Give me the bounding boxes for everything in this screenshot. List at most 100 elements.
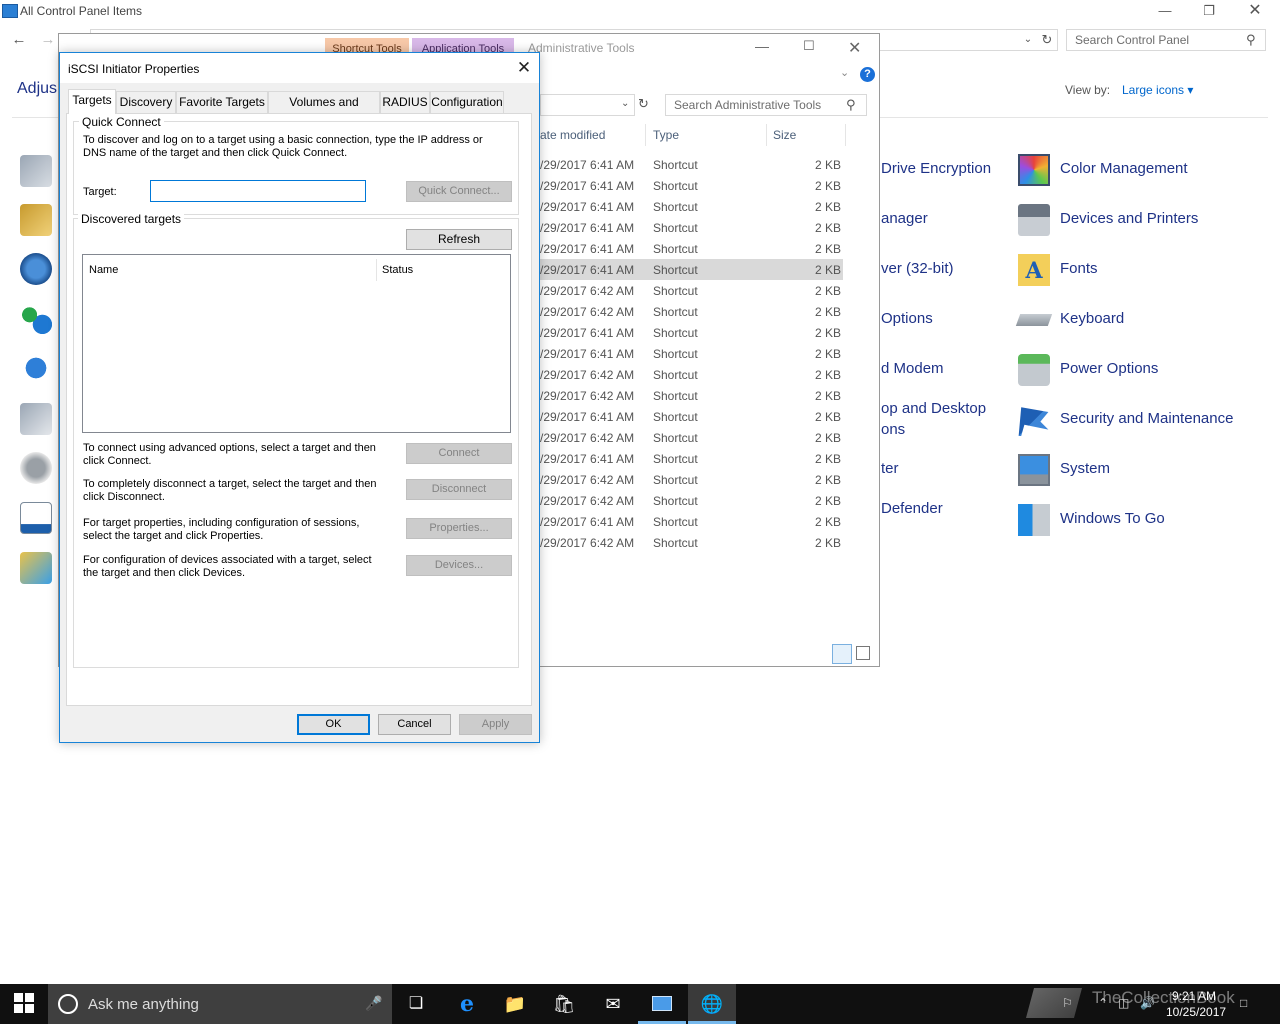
- recovery-icon[interactable]: [20, 403, 52, 435]
- properties-button[interactable]: Properties...: [406, 518, 512, 539]
- file-explorer-icon[interactable]: 📁: [501, 990, 529, 1018]
- column-separator[interactable]: [645, 124, 646, 146]
- backup-icon[interactable]: [20, 204, 52, 236]
- refresh-icon[interactable]: ↻: [1038, 30, 1056, 50]
- search-control-panel-input[interactable]: Search Control Panel: [1066, 29, 1266, 51]
- file-row[interactable]: /29/2017 6:41 AM Shortcut 2 KB: [540, 511, 843, 532]
- cp-item-partial[interactable]: op and Desktop: [881, 400, 986, 417]
- file-row[interactable]: /29/2017 6:41 AM Shortcut 2 KB: [540, 154, 843, 175]
- people-icon[interactable]: ⚐: [1062, 996, 1073, 1010]
- column-name[interactable]: Name: [89, 264, 118, 276]
- connect-button[interactable]: Connect: [406, 443, 512, 464]
- file-row[interactable]: /29/2017 6:42 AM Shortcut 2 KB: [540, 532, 843, 553]
- column-separator[interactable]: [376, 259, 377, 281]
- tab-configuration[interactable]: Configuration: [430, 91, 504, 113]
- file-row[interactable]: /29/2017 6:41 AM Shortcut 2 KB: [540, 217, 843, 238]
- search-icon[interactable]: ⚲: [846, 97, 856, 113]
- file-row[interactable]: /29/2017 6:42 AM Shortcut 2 KB: [540, 385, 843, 406]
- forward-arrow-icon[interactable]: →: [38, 30, 58, 50]
- clock-date[interactable]: 10/25/2017: [1166, 1005, 1226, 1019]
- edge-browser-icon[interactable]: e: [453, 990, 481, 1018]
- show-hidden-icons-chevron[interactable]: ⌃: [1098, 996, 1108, 1010]
- file-row[interactable]: /29/2017 6:42 AM Shortcut 2 KB: [540, 301, 843, 322]
- microphone-icon[interactable]: 🎤: [365, 995, 382, 1012]
- cp-item-partial[interactable]: ver (32-bit): [881, 260, 954, 277]
- file-row[interactable]: /29/2017 6:41 AM Shortcut 2 KB: [540, 343, 843, 364]
- search-icon[interactable]: ⚲: [1246, 32, 1256, 48]
- work-folders-icon[interactable]: [20, 552, 52, 584]
- cp-item-partial[interactable]: ter: [881, 460, 899, 477]
- column-separator[interactable]: [845, 124, 846, 146]
- details-view-icon[interactable]: [832, 644, 852, 664]
- close-icon[interactable]: ✕: [848, 38, 861, 58]
- tab-targets[interactable]: Targets: [68, 89, 116, 114]
- ok-button[interactable]: OK: [297, 714, 370, 735]
- cp-item-partial[interactable]: Options: [881, 310, 933, 327]
- windows-start-icon[interactable]: [14, 993, 34, 1013]
- quick-connect-button[interactable]: Quick Connect...: [406, 181, 512, 202]
- expand-ribbon-chevron-icon[interactable]: ⌄: [840, 66, 849, 79]
- file-row[interactable]: /29/2017 6:41 AM Shortcut 2 KB: [540, 448, 843, 469]
- file-row[interactable]: /29/2017 6:41 AM Shortcut 2 KB: [540, 196, 843, 217]
- search-admin-tools-input[interactable]: Search Administrative Tools: [665, 94, 867, 116]
- discovered-targets-list[interactable]: Name Status: [82, 254, 511, 433]
- action-center-icon[interactable]: [20, 155, 52, 187]
- file-row[interactable]: /29/2017 6:42 AM Shortcut 2 KB: [540, 469, 843, 490]
- restore-icon[interactable]: ❐: [1186, 0, 1232, 24]
- apply-button[interactable]: Apply: [459, 714, 532, 735]
- cortana-search-text[interactable]: Ask me anything: [88, 996, 199, 1013]
- cp-item-partial[interactable]: anager: [881, 210, 928, 227]
- dialog-close-icon[interactable]: ✕: [512, 57, 536, 79]
- file-row[interactable]: /29/2017 6:42 AM Shortcut 2 KB: [540, 490, 843, 511]
- devices-button[interactable]: Devices...: [406, 555, 512, 576]
- file-row[interactable]: /29/2017 6:41 AM Shortcut 2 KB: [540, 406, 843, 427]
- file-row[interactable]: /29/2017 6:41 AM Shortcut 2 KB: [540, 175, 843, 196]
- address-dropdown-icon[interactable]: ⌄: [1020, 30, 1036, 50]
- minimize-icon[interactable]: —: [755, 38, 769, 54]
- task-view-icon[interactable]: ❏: [402, 990, 430, 1018]
- maximize-icon[interactable]: ☐: [803, 38, 815, 54]
- large-icons-view-icon[interactable]: [856, 646, 870, 660]
- column-type[interactable]: Type: [653, 128, 679, 142]
- column-date-modified[interactable]: ate modified: [540, 128, 605, 142]
- tab-volumes-devices[interactable]: Volumes and Devices: [268, 91, 380, 129]
- cp-item-partial[interactable]: Defender: [881, 500, 943, 517]
- ease-of-access-icon[interactable]: [20, 253, 52, 285]
- tab-radius[interactable]: RADIUS: [380, 91, 430, 113]
- address-dropdown-icon[interactable]: ⌄: [621, 98, 629, 109]
- file-row[interactable]: /29/2017 6:42 AM Shortcut 2 KB: [540, 427, 843, 448]
- close-icon[interactable]: ✕: [1232, 0, 1278, 24]
- column-status[interactable]: Status: [382, 264, 413, 276]
- homegroup-icon[interactable]: [20, 302, 52, 334]
- tab-favorite-targets[interactable]: Favorite Targets: [176, 91, 268, 113]
- iscsi-globe-icon[interactable]: 🌐: [698, 990, 726, 1018]
- cancel-button[interactable]: Cancel: [378, 714, 451, 735]
- mail-icon[interactable]: ✉: [599, 990, 627, 1018]
- cp-item-partial[interactable]: ons: [881, 421, 905, 438]
- help-icon[interactable]: ?: [860, 67, 875, 82]
- cp-item-partial[interactable]: d Modem: [881, 360, 944, 377]
- notifications-icon[interactable]: □: [1240, 996, 1247, 1010]
- refresh-button[interactable]: Refresh: [406, 229, 512, 250]
- file-row[interactable]: /29/2017 6:42 AM Shortcut 2 KB: [540, 364, 843, 385]
- language-icon[interactable]: [20, 352, 52, 384]
- column-separator[interactable]: [766, 124, 767, 146]
- target-input[interactable]: [150, 180, 366, 202]
- store-icon[interactable]: 🛍: [550, 990, 578, 1018]
- file-row[interactable]: /29/2017 6:41 AM Shortcut 2 KB: [540, 238, 843, 259]
- file-row[interactable]: /29/2017 6:41 AM Shortcut 2 KB: [540, 322, 843, 343]
- file-row[interactable]: /29/2017 6:41 AM Shortcut 2 KB: [540, 259, 843, 280]
- file-row[interactable]: /29/2017 6:42 AM Shortcut 2 KB: [540, 280, 843, 301]
- column-size[interactable]: Size: [773, 128, 796, 142]
- task-scheduler-icon[interactable]: [20, 502, 52, 534]
- tab-discovery[interactable]: Discovery: [116, 91, 176, 113]
- refresh-icon[interactable]: ↻: [638, 96, 649, 112]
- volume-icon[interactable]: 🔊: [1140, 996, 1155, 1010]
- disconnect-button[interactable]: Disconnect: [406, 479, 512, 500]
- minimize-icon[interactable]: —: [1142, 0, 1188, 24]
- control-panel-taskbar-icon[interactable]: [648, 990, 676, 1018]
- network-icon[interactable]: ◫: [1118, 996, 1129, 1010]
- back-arrow-icon[interactable]: ←: [9, 30, 29, 50]
- sound-icon[interactable]: [20, 452, 52, 484]
- clock-time[interactable]: 9:21 AM: [1172, 989, 1216, 1003]
